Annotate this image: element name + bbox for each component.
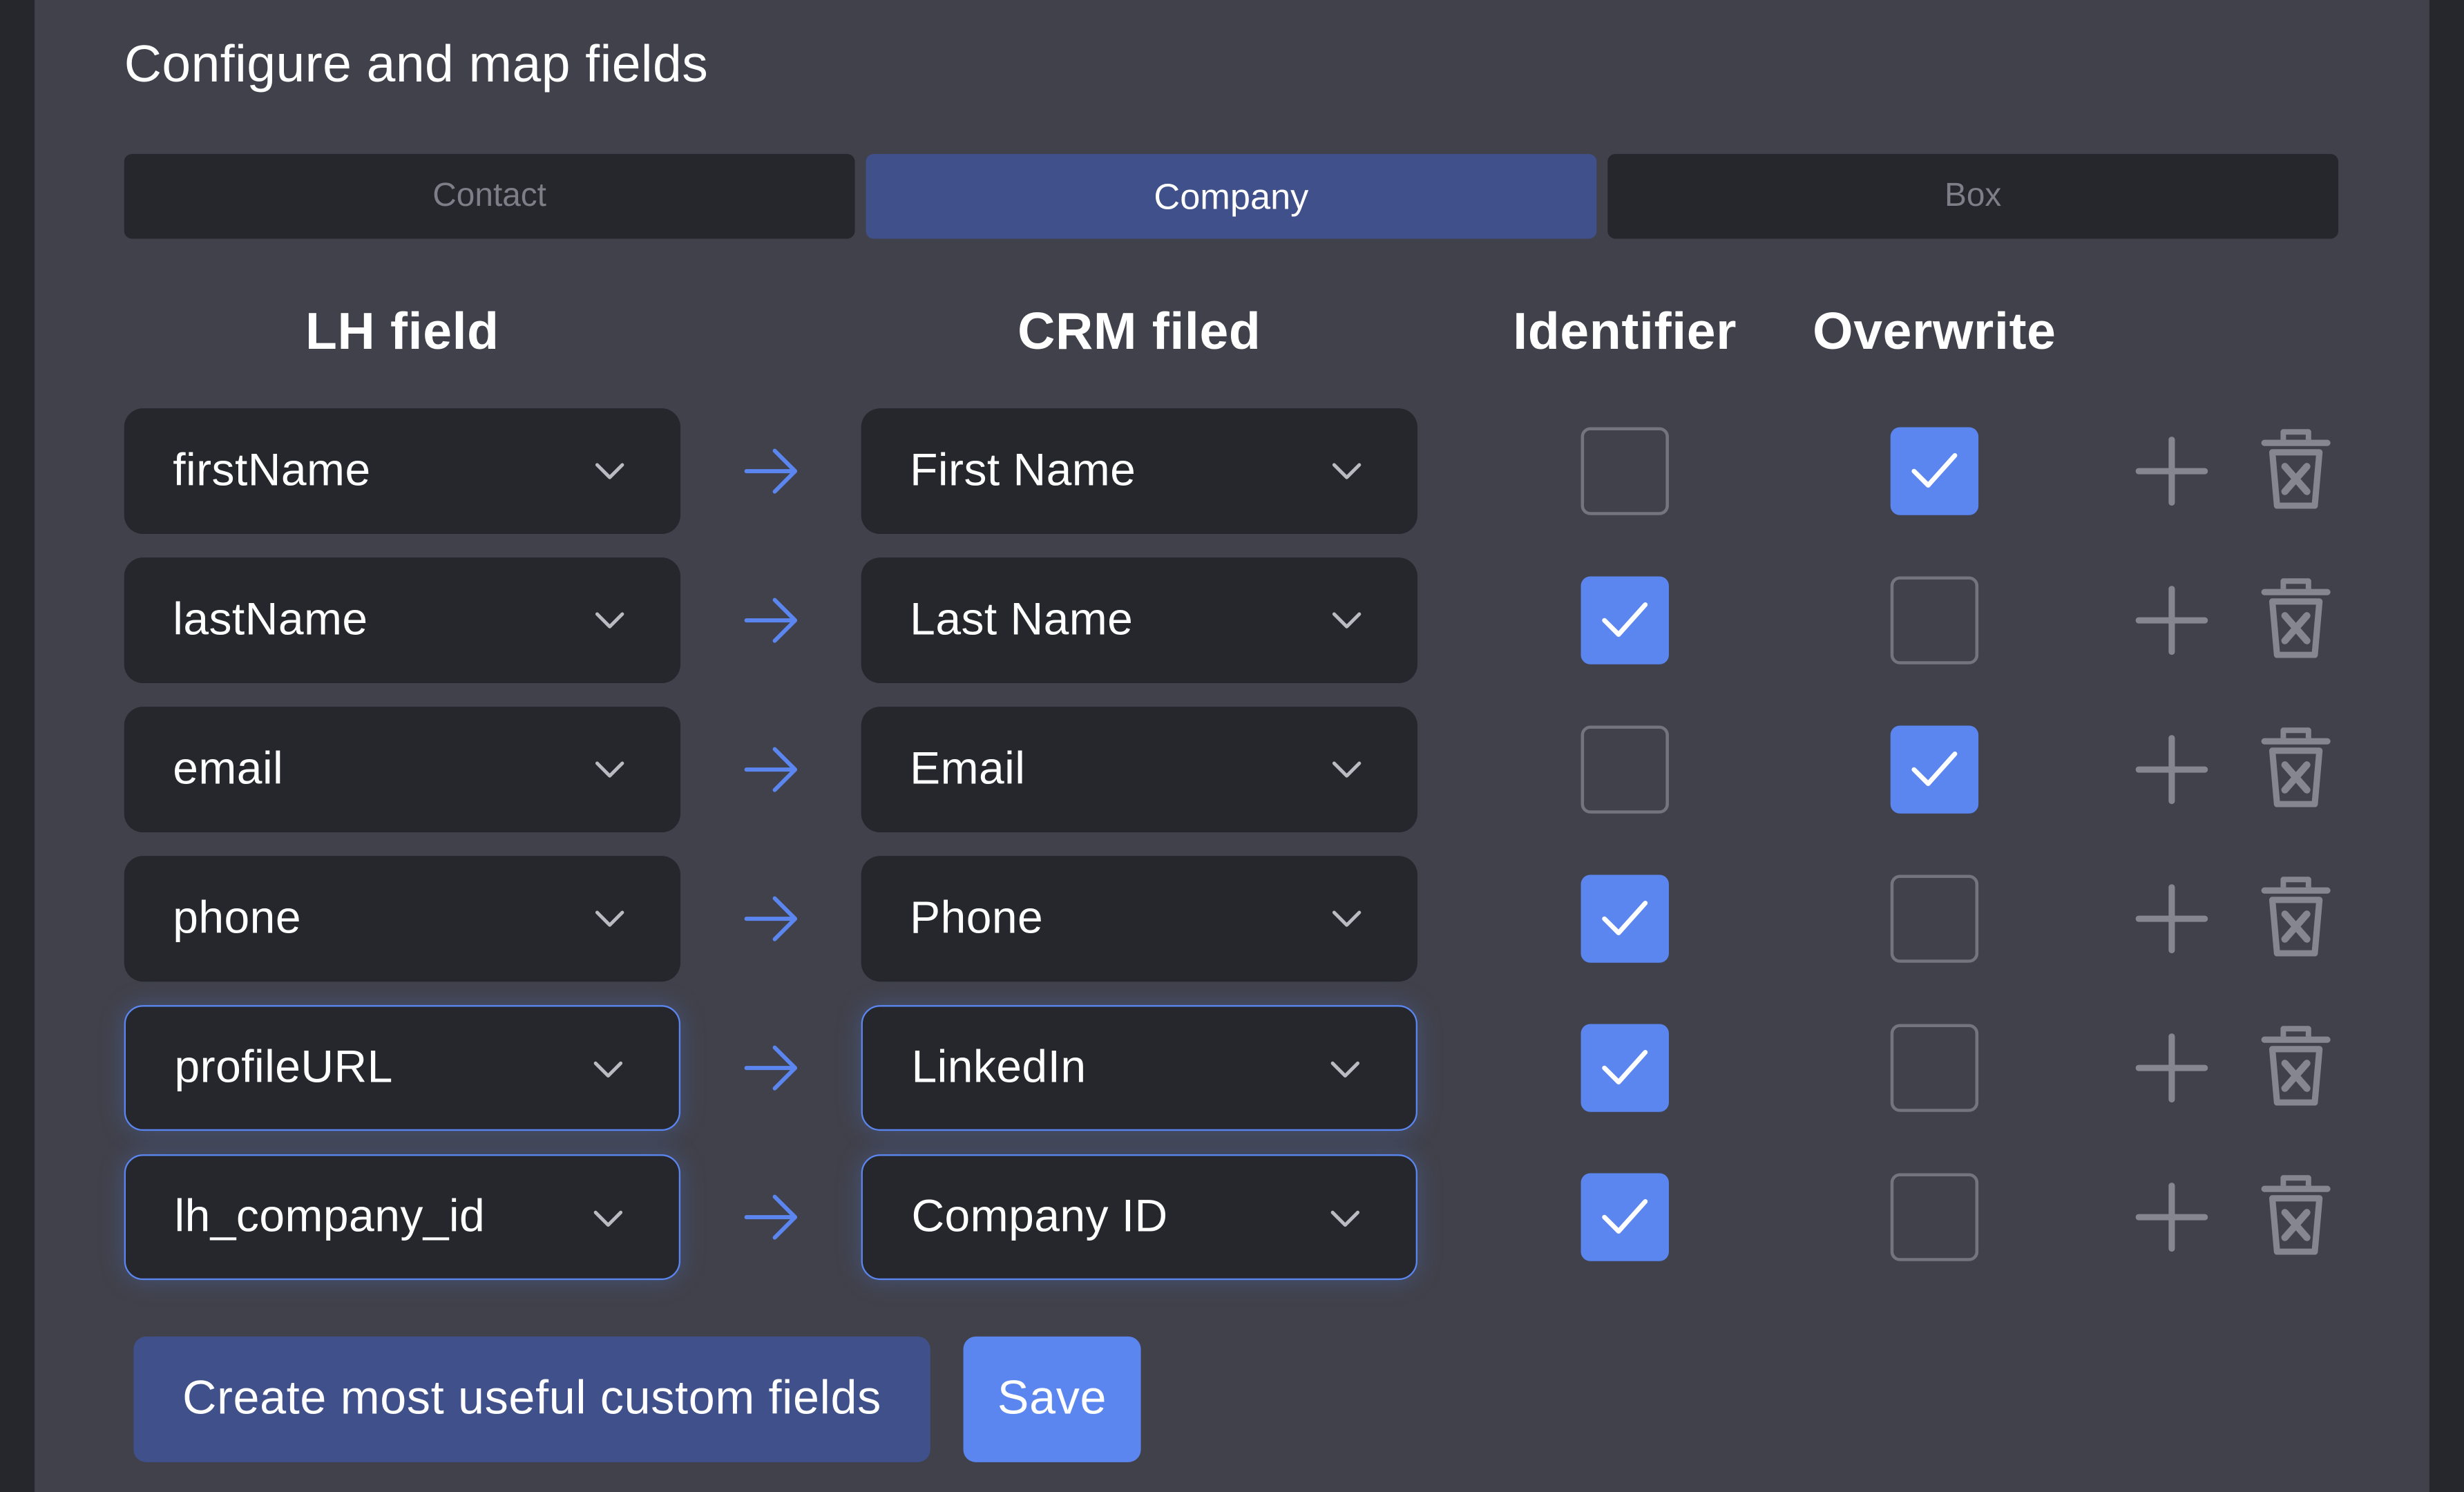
crm-field-select[interactable]: Email — [861, 707, 1417, 833]
identifier-checkbox[interactable] — [1580, 1173, 1669, 1261]
chevron-down-icon — [1330, 455, 1364, 486]
identifier-checkbox[interactable] — [1580, 1024, 1669, 1112]
lh-field-select[interactable]: lastName — [124, 557, 681, 684]
crm-field-value: Last Name — [910, 594, 1134, 645]
lh-field-value: profileURL — [174, 1042, 393, 1093]
identifier-checkbox[interactable] — [1580, 576, 1669, 664]
crm-field-value: Email — [910, 743, 1026, 794]
save-label: Save — [997, 1373, 1107, 1425]
chevron-down-icon — [593, 903, 627, 934]
chevron-down-icon — [591, 1054, 625, 1085]
chevron-down-icon — [1330, 604, 1364, 635]
overwrite-checkbox[interactable] — [1890, 1173, 1979, 1261]
tab-company[interactable]: Company — [866, 153, 1597, 239]
chevron-down-icon — [1330, 754, 1364, 785]
crm-field-value: Company ID — [911, 1191, 1168, 1242]
mapping-row: profileURL LinkedIn — [0, 1005, 2464, 1131]
arrow-right-icon — [742, 890, 801, 947]
identifier-checkbox[interactable] — [1580, 427, 1669, 515]
identifier-checkbox[interactable] — [1580, 874, 1669, 963]
chevron-down-icon — [593, 604, 627, 635]
trash-icon[interactable] — [2260, 725, 2332, 807]
column-header-crm-field: CRM filed — [1018, 301, 1261, 360]
overwrite-checkbox[interactable] — [1890, 427, 1979, 515]
arrow-right-icon — [742, 443, 801, 499]
tab-box-label: Box — [1944, 177, 2002, 214]
lh-field-value: phone — [173, 892, 301, 944]
lh-field-value: lh_company_id — [174, 1191, 486, 1242]
crm-field-select[interactable]: Company ID — [861, 1154, 1417, 1281]
create-custom-fields-label: Create most useful custom fields — [182, 1373, 881, 1425]
page-title: Configure and map fields — [124, 35, 709, 93]
tab-contact[interactable]: Contact — [124, 153, 855, 239]
mapping-row: lh_company_id Company ID — [0, 1154, 2464, 1281]
chevron-down-icon — [1330, 903, 1364, 934]
plus-icon[interactable] — [2135, 1033, 2208, 1103]
mapping-row: firstName First Name — [0, 408, 2464, 535]
crm-field-select[interactable]: First Name — [861, 408, 1417, 535]
mapping-row: email Email — [0, 707, 2464, 833]
entity-tabs: Contact Company Box — [124, 153, 2339, 239]
column-header-overwrite: Overwrite — [1813, 301, 2056, 360]
plus-icon[interactable] — [2135, 586, 2208, 656]
mapping-row: lastName Last Name — [0, 557, 2464, 684]
overwrite-checkbox[interactable] — [1890, 874, 1979, 963]
column-header-identifier: Identifier — [1513, 301, 1737, 360]
trash-icon[interactable] — [2260, 874, 2332, 957]
plus-icon[interactable] — [2135, 735, 2208, 805]
column-header-lh-field: LH field — [305, 301, 499, 360]
trash-icon[interactable] — [2260, 1173, 2332, 1255]
identifier-checkbox[interactable] — [1580, 725, 1669, 814]
mapping-dialog: Configure and map fields Contact Company… — [0, 0, 2464, 1492]
lh-field-value: email — [173, 743, 284, 794]
create-custom-fields-button[interactable]: Create most useful custom fields — [133, 1336, 930, 1462]
tab-contact-label: Contact — [432, 177, 546, 214]
tab-company-label: Company — [1154, 175, 1309, 216]
chevron-down-icon — [593, 754, 627, 785]
plus-icon[interactable] — [2135, 1183, 2208, 1252]
lh-field-select[interactable]: firstName — [124, 408, 681, 535]
chevron-down-icon — [1328, 1054, 1362, 1085]
lh-field-select[interactable]: phone — [124, 856, 681, 982]
plus-icon[interactable] — [2135, 437, 2208, 506]
trash-icon[interactable] — [2260, 576, 2332, 658]
crm-field-value: LinkedIn — [911, 1042, 1087, 1093]
arrow-right-icon — [742, 1040, 801, 1096]
overwrite-checkbox[interactable] — [1890, 1024, 1979, 1112]
mapping-row: phone Phone — [0, 856, 2464, 982]
chevron-down-icon — [593, 455, 627, 486]
plus-icon[interactable] — [2135, 884, 2208, 954]
lh-field-value: lastName — [173, 594, 368, 645]
arrow-right-icon — [742, 741, 801, 798]
arrow-right-icon — [742, 592, 801, 649]
overwrite-checkbox[interactable] — [1890, 725, 1979, 814]
trash-icon[interactable] — [2260, 427, 2332, 509]
crm-field-select[interactable]: Phone — [861, 856, 1417, 982]
save-button[interactable]: Save — [963, 1336, 1141, 1462]
crm-field-select[interactable]: LinkedIn — [861, 1005, 1417, 1131]
crm-field-select[interactable]: Last Name — [861, 557, 1417, 684]
tab-box[interactable]: Box — [1607, 153, 2339, 239]
chevron-down-icon — [1328, 1203, 1362, 1234]
overwrite-checkbox[interactable] — [1890, 576, 1979, 664]
lh-field-select[interactable]: email — [124, 707, 681, 833]
chevron-down-icon — [591, 1203, 625, 1234]
lh-field-value: firstName — [173, 445, 371, 496]
crm-field-value: Phone — [910, 892, 1044, 944]
crm-field-value: First Name — [910, 445, 1136, 496]
trash-icon[interactable] — [2260, 1024, 2332, 1106]
lh-field-select[interactable]: profileURL — [124, 1005, 681, 1131]
arrow-right-icon — [742, 1189, 801, 1245]
lh-field-select[interactable]: lh_company_id — [124, 1154, 681, 1281]
